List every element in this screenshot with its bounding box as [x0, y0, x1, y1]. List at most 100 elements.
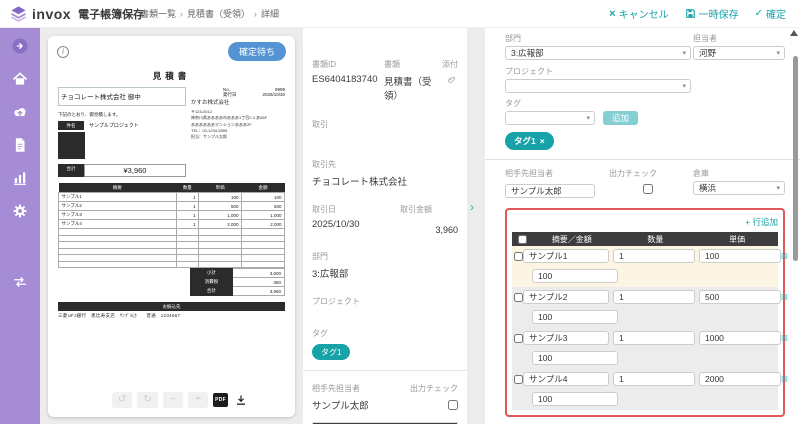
- sidebar-expand-icon[interactable]: [9, 35, 31, 57]
- invox-logo-icon: [10, 5, 27, 22]
- row-checkbox[interactable]: [514, 293, 523, 302]
- contact-input[interactable]: [505, 184, 595, 198]
- row-checkbox[interactable]: [514, 334, 523, 343]
- transaction-section-label: 取引: [312, 120, 328, 129]
- item-price-input[interactable]: [699, 331, 781, 345]
- breadcrumb-doc-type[interactable]: 見積書（受領）: [187, 7, 257, 20]
- item-row: ≡: [512, 369, 778, 410]
- item-row: ≡: [512, 287, 778, 328]
- remove-tag-icon[interactable]: ×: [540, 136, 545, 146]
- pdf-icon[interactable]: PDF: [213, 393, 228, 407]
- drag-handle-icon[interactable]: ≡: [781, 251, 788, 261]
- item-name-input[interactable]: [523, 249, 609, 263]
- workflow-icon[interactable]: [9, 271, 31, 293]
- document-preview-card: i 確定待ち 見積書 チョコレート株式会社 御中 No.9999 発行日2025…: [48, 36, 295, 417]
- info-icon[interactable]: i: [57, 46, 69, 58]
- warehouse-label: 倉庫: [693, 168, 785, 179]
- breadcrumb-documents[interactable]: 書類一覧: [140, 7, 183, 20]
- assignee-select[interactable]: 河野: [693, 46, 785, 60]
- item-amount-input[interactable]: [532, 310, 618, 324]
- paperclip-icon[interactable]: [447, 75, 458, 86]
- item-amount-input[interactable]: [532, 269, 618, 283]
- item-name-input[interactable]: [523, 290, 609, 304]
- invoice-preview: 見積書 チョコレート株式会社 御中 No.9999 発行日2025/10/30 …: [58, 65, 285, 392]
- doc-row: サンプル412,0002,000: [59, 220, 285, 229]
- item-amount-input[interactable]: [532, 351, 618, 365]
- confirm-button[interactable]: ✓ 確定: [755, 6, 786, 21]
- doc-recipient: チョコレート株式会社 御中: [58, 87, 186, 106]
- trade-amount-label: 取引金額: [400, 205, 432, 214]
- scroll-up-icon[interactable]: [790, 30, 798, 36]
- item-name-input[interactable]: [523, 331, 609, 345]
- assignee-label: 担当者: [693, 33, 785, 44]
- panel-expand-chevron-icon[interactable]: ›: [470, 200, 474, 214]
- department-select[interactable]: 3:広報部: [505, 46, 691, 60]
- add-row-button[interactable]: + 行追加: [745, 216, 778, 228]
- item-price-input[interactable]: [699, 290, 781, 304]
- item-name-input[interactable]: [523, 372, 609, 386]
- download-icon[interactable]: [235, 394, 247, 406]
- close-icon: ×: [609, 8, 615, 20]
- item-qty-input[interactable]: [613, 331, 695, 345]
- breadcrumb-detail: 詳細: [261, 7, 279, 20]
- doc-subject: 件名 サンプルプロジェクト: [58, 121, 178, 130]
- item-price-input[interactable]: [699, 249, 781, 263]
- output-check-checkbox[interactable]: [643, 184, 653, 194]
- item-qty-input[interactable]: [613, 372, 695, 386]
- select-all-checkbox[interactable]: [518, 235, 527, 244]
- row-checkbox[interactable]: [514, 375, 523, 384]
- zoom-in-icon[interactable]: +: [188, 392, 208, 408]
- documents-icon[interactable]: [9, 134, 31, 156]
- contact-value: サンプル太郎: [312, 398, 400, 412]
- item-amount-input[interactable]: [532, 392, 618, 406]
- department-value: 3:広報部: [312, 266, 458, 280]
- cancel-button[interactable]: × キャンセル: [609, 6, 668, 21]
- topbar: invox 電子帳簿保存 書類一覧 見積書（受領） 詳細 × キャンセル 一時保…: [0, 0, 800, 28]
- item-qty-input[interactable]: [613, 290, 695, 304]
- line-items-editor: + 行追加 摘要／金額 数量 単価 ≡: [505, 208, 785, 417]
- app-logo: invox 電子帳簿保存: [0, 5, 144, 22]
- top-actions: × キャンセル 一時保存 ✓ 確定: [609, 6, 800, 21]
- item-row: ≡: [512, 328, 778, 369]
- logo-suffix: 電子帳簿保存: [78, 6, 144, 22]
- scrollbar-thumb[interactable]: [793, 56, 798, 261]
- output-check-readonly: [448, 400, 458, 410]
- workspace: i 確定待ち 見積書 チョコレート株式会社 御中 No.9999 発行日2025…: [40, 28, 800, 424]
- home-icon[interactable]: [9, 68, 31, 90]
- doc-total: 合計 ¥3,960: [58, 164, 186, 177]
- doc-bank-header: お振込先: [58, 302, 285, 311]
- doc-row: サンプル11100100: [59, 193, 285, 202]
- rotate-right-icon[interactable]: ↻: [137, 392, 157, 408]
- row-checkbox[interactable]: [514, 252, 523, 261]
- doc-totals: 小計3,600 消費税360 合計3,960: [190, 268, 285, 296]
- tag-chip-removable[interactable]: タグ1 ×: [505, 132, 554, 150]
- drag-handle-icon[interactable]: ≡: [781, 374, 788, 384]
- cloud-upload-icon[interactable]: [9, 101, 31, 123]
- zoom-out-icon[interactable]: −: [163, 392, 183, 408]
- tag-select[interactable]: [505, 111, 595, 125]
- settings-gear-icon[interactable]: [9, 200, 31, 222]
- item-price-input[interactable]: [699, 372, 781, 386]
- floppy-icon: [685, 8, 696, 19]
- doc-title: 見積書: [58, 70, 285, 82]
- project-select[interactable]: [505, 79, 691, 93]
- scrollbar[interactable]: [792, 30, 798, 422]
- editor-panel: 部門 3:広報部 担当者 河野 プロジェクト タグ 追加 タグ1 ×: [485, 28, 800, 424]
- doc-id-label: 書類ID: [312, 60, 336, 69]
- department-label: 部門: [312, 252, 328, 261]
- item-qty-input[interactable]: [613, 249, 695, 263]
- edit-department-label: 部門: [505, 33, 691, 44]
- drag-handle-icon[interactable]: ≡: [781, 292, 788, 302]
- warehouse-select[interactable]: 横浜: [693, 181, 785, 195]
- add-tag-button[interactable]: 追加: [603, 111, 638, 125]
- partner-value: チョコレート株式会社: [312, 174, 458, 188]
- drag-handle-icon[interactable]: ≡: [781, 333, 788, 343]
- save-draft-button[interactable]: 一時保存: [685, 6, 739, 21]
- doc-issuer-block: かすお株式会社 〒123-0012 神奈川県ああああ市あああ1丁目2-3 あ55…: [191, 99, 283, 141]
- edit-output-check-label: 出力チェック: [609, 168, 689, 179]
- reports-chart-icon[interactable]: [9, 167, 31, 189]
- contact-label: 相手先担当者: [312, 384, 360, 393]
- output-check-label: 出力チェック: [410, 384, 458, 393]
- rotate-left-icon[interactable]: ↺: [112, 392, 132, 408]
- partner-label: 取引先: [312, 160, 336, 169]
